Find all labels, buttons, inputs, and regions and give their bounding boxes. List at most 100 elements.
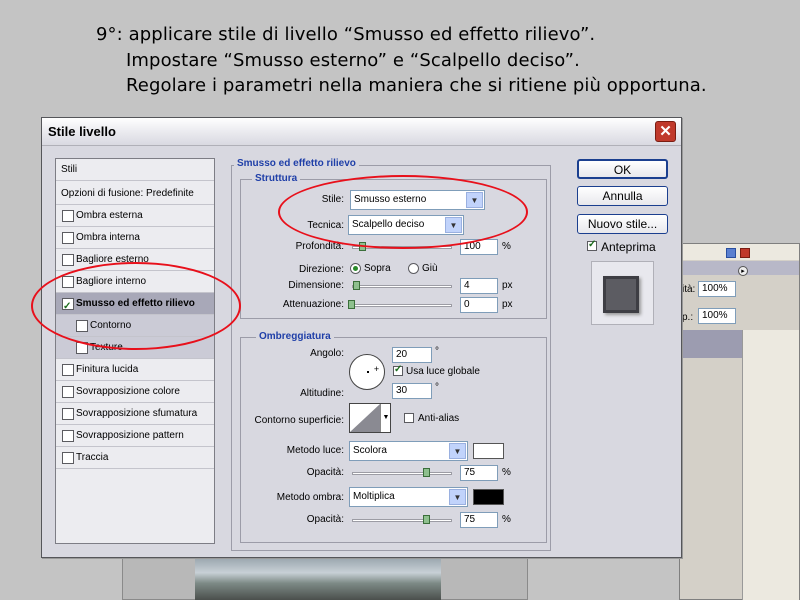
gloss-contour-picker[interactable]: ▼	[349, 403, 391, 433]
shadow-opacity-field[interactable]: 75	[460, 512, 498, 528]
direction-down-radio[interactable]	[408, 263, 419, 274]
size-slider-track[interactable]	[352, 285, 452, 288]
soften-unit: px	[502, 299, 513, 310]
soften-field[interactable]: 0	[460, 297, 498, 313]
shadow-opacity-unit: %	[502, 514, 511, 525]
instruction-line-2: Impostare “Smusso esterno” e “Scalpello …	[126, 50, 580, 71]
palette-close-icon[interactable]	[740, 248, 750, 258]
styles-list-item-finitura-lucida[interactable]: Finitura lucida	[56, 359, 214, 381]
highlight-mode-select[interactable]: Scolora ▼	[349, 441, 468, 461]
global-light-checkbox[interactable]	[393, 364, 403, 376]
styles-list-label: Sovrapposizione colore	[76, 386, 180, 397]
depth-unit: %	[502, 241, 511, 252]
palette-layer-row[interactable]	[680, 330, 742, 358]
preview-label: Anteprima	[601, 240, 656, 254]
annotation-ellipse-style-technique	[278, 175, 528, 249]
styles-list-checkbox[interactable]	[62, 408, 74, 420]
anti-alias-checkbox[interactable]	[404, 413, 414, 423]
direction-up-label: Sopra	[364, 263, 391, 274]
style-preview	[591, 261, 654, 325]
new-style-button[interactable]: Nuovo stile...	[577, 214, 668, 234]
angle-dial-center	[367, 371, 369, 373]
bevel-emboss-title: Smusso ed effetto rilievo	[234, 158, 359, 169]
angle-unit: °	[435, 346, 439, 357]
styles-list-checkbox[interactable]	[62, 364, 74, 376]
soften-slider-thumb[interactable]	[348, 300, 355, 309]
size-slider-thumb[interactable]	[353, 281, 360, 290]
close-icon[interactable]: ✕	[655, 121, 676, 142]
style-preview-swatch	[603, 276, 639, 313]
cancel-button[interactable]: Annulla	[577, 186, 668, 206]
styles-list-label: Sovrapposizione sfumatura	[76, 408, 198, 419]
styles-list-item-sovrapposizione-colore[interactable]: Sovrapposizione colore	[56, 381, 214, 403]
styles-list-checkbox[interactable]	[62, 210, 74, 222]
styles-list-item-opzioni-di-fusione-predefinite[interactable]: Opzioni di fusione: Predefinite	[56, 183, 214, 205]
styles-list-checkbox[interactable]	[62, 254, 74, 266]
styles-list-item-sovrapposizione-pattern[interactable]: Sovrapposizione pattern	[56, 425, 214, 447]
global-light-label: Usa luce globale	[406, 366, 480, 377]
palette-field2-label: p.:	[682, 312, 694, 323]
palette-fill-field[interactable]: 100%	[698, 308, 736, 324]
shadow-mode-value: Moltiplica	[353, 491, 395, 502]
highlight-opacity-slider-thumb[interactable]	[423, 468, 430, 477]
styles-list-label: Finitura lucida	[76, 364, 139, 375]
instruction-line-3: Regolare i parametri nella maniera che s…	[126, 75, 707, 96]
size-label: Dimensione:	[288, 280, 344, 291]
annotation-ellipse-bevel-item	[31, 262, 241, 350]
styles-list-checkbox[interactable]	[62, 386, 74, 398]
palette-minimize-icon[interactable]	[726, 248, 736, 258]
palette-scrollbar[interactable]	[742, 330, 799, 600]
ok-button[interactable]: OK	[577, 159, 668, 179]
direction-label: Direzione:	[298, 264, 344, 275]
styles-list-item-stili[interactable]: Stili	[56, 159, 214, 181]
soften-slider-track[interactable]	[352, 304, 452, 307]
styles-list-item-ombra-esterna[interactable]: Ombra esterna	[56, 205, 214, 227]
chevron-down-icon: ▼	[449, 489, 466, 505]
shadow-mode-label: Metodo ombra:	[276, 492, 344, 503]
highlight-mode-value: Scolora	[353, 445, 387, 456]
altitude-field[interactable]: 30	[392, 383, 432, 399]
altitude-unit: °	[435, 382, 439, 393]
direction-up-radio[interactable]	[350, 263, 361, 274]
highlight-opacity-field[interactable]: 75	[460, 465, 498, 481]
styles-list-checkbox[interactable]	[62, 452, 74, 464]
palette-opacity-field[interactable]: 100%	[698, 281, 736, 297]
styles-list-checkbox[interactable]	[62, 430, 74, 442]
highlight-opacity-label: Opacità:	[306, 467, 344, 478]
altitude-label: Altitudine:	[300, 388, 344, 399]
shadow-opacity-slider-thumb[interactable]	[423, 515, 430, 524]
styles-list-label: Ombra esterna	[76, 210, 143, 221]
highlight-color-swatch[interactable]	[473, 443, 504, 459]
styles-list-item-traccia[interactable]: Traccia	[56, 447, 214, 469]
styles-list-item-ombra-interna[interactable]: Ombra interna	[56, 227, 214, 249]
chevron-down-icon: ▼	[449, 443, 466, 459]
palette-menu-icon[interactable]: ▸	[738, 266, 748, 276]
shadow-color-swatch[interactable]	[473, 489, 504, 505]
shadow-opacity-label: Opacità:	[306, 514, 344, 525]
palette-field1-label: ità:	[682, 284, 696, 295]
angle-field[interactable]: 20	[392, 347, 432, 363]
anti-alias-label: Anti-alias	[418, 413, 460, 424]
contour-preview-icon	[350, 404, 380, 432]
crosshair-icon: +	[373, 364, 380, 374]
highlight-mode-label: Metodo luce:	[286, 445, 344, 456]
styles-list-label: Stili	[61, 164, 78, 175]
shadow-opacity-slider-track[interactable]	[352, 519, 452, 522]
styles-list-label: Sovrapposizione pattern	[76, 430, 184, 441]
soften-label: Attenuazione:	[282, 299, 344, 310]
highlight-opacity-slider-track[interactable]	[352, 472, 452, 475]
structure-title: Struttura	[252, 173, 301, 184]
styles-list-label: Traccia	[76, 452, 109, 463]
shadow-mode-select[interactable]: Moltiplica ▼	[349, 487, 468, 507]
direction-down-label: Giù	[422, 263, 438, 274]
chevron-down-icon: ▼	[380, 404, 390, 432]
size-field[interactable]: 4	[460, 278, 498, 294]
preview-checkbox[interactable]	[587, 239, 597, 251]
styles-list-checkbox[interactable]	[62, 232, 74, 244]
styles-list-label: Opzioni di fusione: Predefinite	[61, 188, 194, 199]
angle-dial[interactable]: +	[349, 354, 385, 390]
styles-list-item-sovrapposizione-sfumatura[interactable]: Sovrapposizione sfumatura	[56, 403, 214, 425]
dialog-titlebar[interactable]: Stile livello ✕	[42, 118, 681, 146]
styles-list-label: Ombra interna	[76, 232, 140, 243]
gloss-contour-label: Contorno superficie:	[254, 415, 345, 426]
